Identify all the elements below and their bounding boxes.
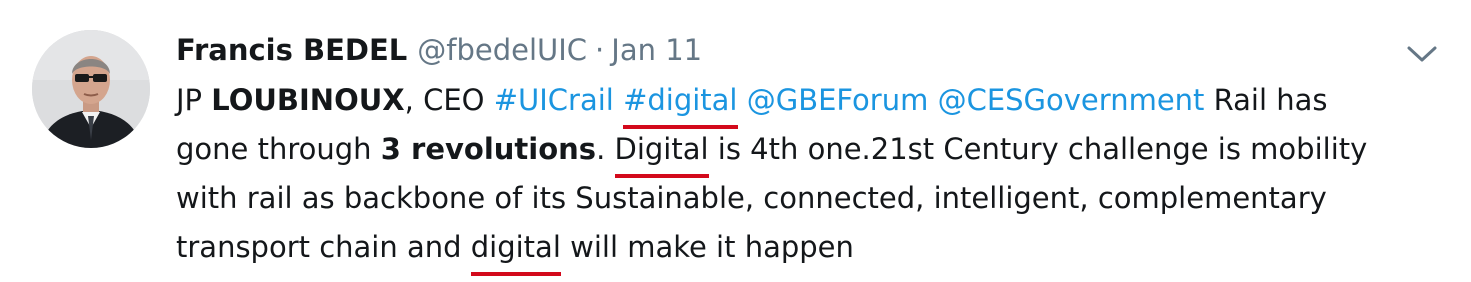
- hashtag-digital[interactable]: #digital: [623, 76, 738, 129]
- text-segment: JP: [176, 83, 212, 117]
- tweet-line-1: JP LOUBINOUX, CEO #UICrail #digital @GBE…: [176, 76, 1446, 129]
- hashtag-uicrail[interactable]: #UICrail: [494, 83, 614, 117]
- tweet-line-2: gone through 3 revolutions. Digital is 4…: [176, 125, 1446, 178]
- text-segment: Rail has: [1204, 83, 1328, 117]
- tweet-line-3: with rail as backbone of its Sustainable…: [176, 174, 1446, 223]
- avatar[interactable]: [32, 30, 150, 148]
- text-segment: is 4th one.21st Century challenge is mob…: [708, 132, 1368, 166]
- text-segment: with rail as backbone of its Sustainable…: [176, 181, 1327, 215]
- tweet-line-4: transport chain and digital will make it…: [176, 223, 1446, 276]
- underlined-word-digital: Digital: [614, 125, 709, 178]
- bold-phrase: 3 revolutions: [380, 132, 597, 166]
- text-segment: , CEO: [404, 83, 494, 117]
- separator-dot: ·: [595, 33, 605, 67]
- underlined-word-digital-2: digital: [470, 223, 562, 276]
- tweet-header: Francis BEDEL @fbedelUIC · Jan 11: [176, 30, 702, 70]
- tweet[interactable]: Francis BEDEL @fbedelUIC · Jan 11 JP LOU…: [0, 0, 1471, 282]
- mention-cesgovernment[interactable]: @CESGovernment: [938, 83, 1205, 117]
- text-segment: .: [596, 132, 615, 166]
- text-segment: transport chain and: [176, 230, 471, 264]
- author-name[interactable]: Francis BEDEL: [176, 30, 407, 70]
- text-segment: will make it happen: [560, 230, 854, 264]
- text-segment: gone through: [176, 132, 381, 166]
- tweet-text: JP LOUBINOUX, CEO #UICrail #digital @GBE…: [176, 76, 1446, 276]
- author-handle[interactable]: @fbedelUIC: [417, 30, 587, 70]
- bold-name: LOUBINOUX: [211, 83, 405, 117]
- tweet-date[interactable]: Jan 11: [611, 30, 702, 70]
- mention-gbeforum[interactable]: @GBEForum: [747, 83, 929, 117]
- chevron-down-icon[interactable]: [1406, 44, 1438, 64]
